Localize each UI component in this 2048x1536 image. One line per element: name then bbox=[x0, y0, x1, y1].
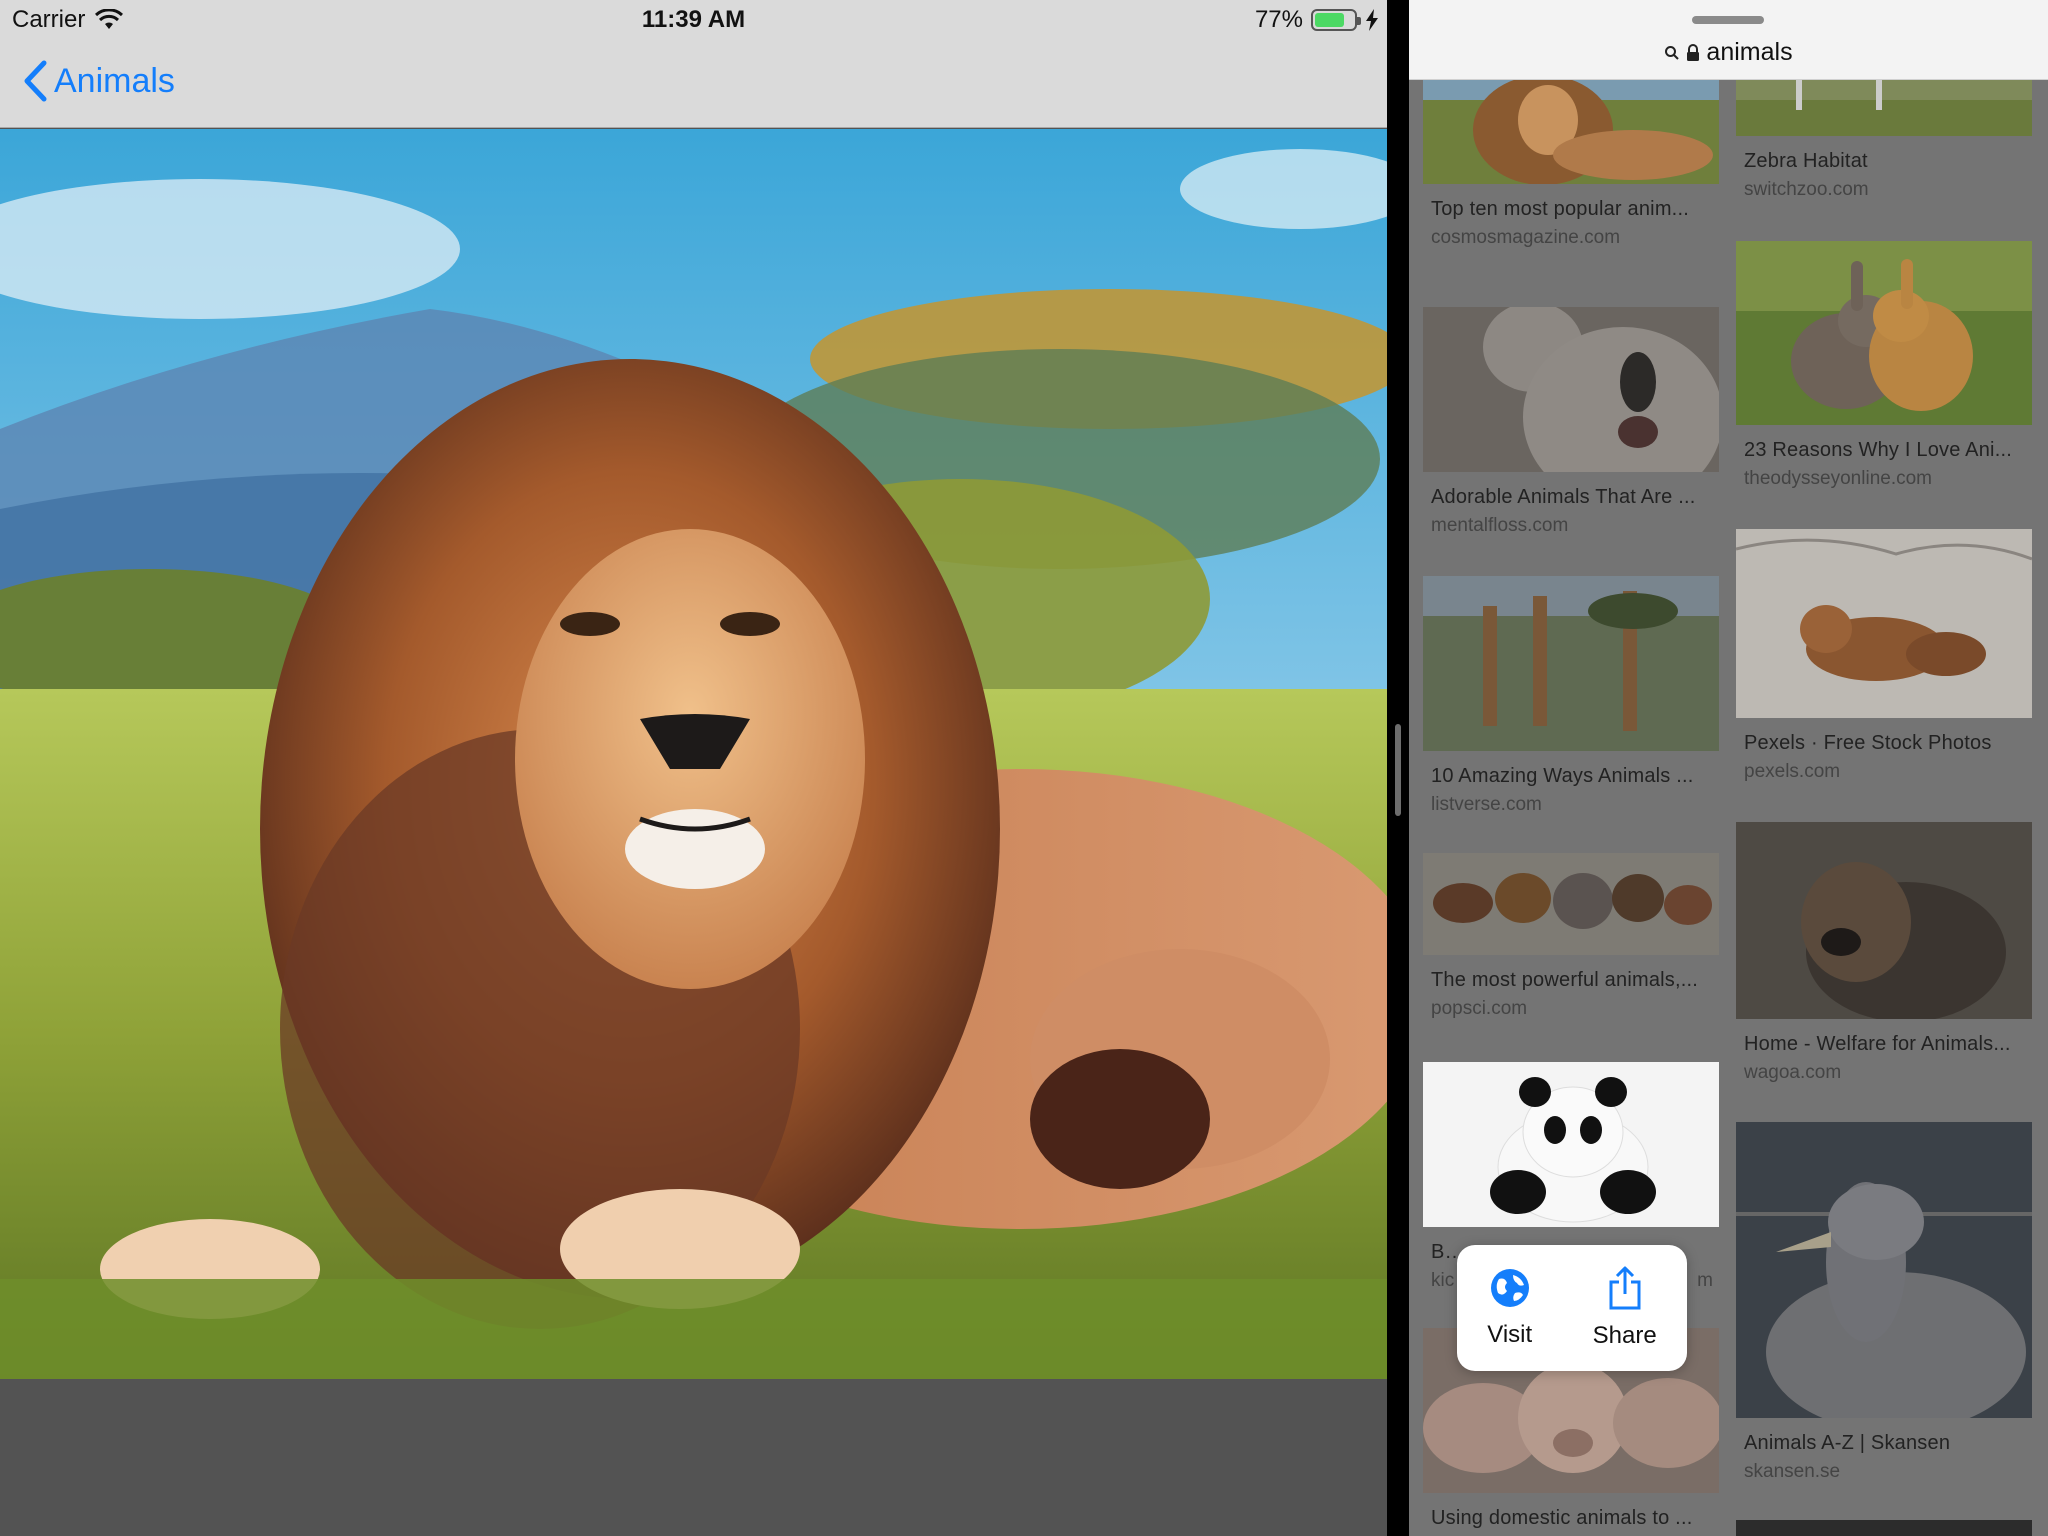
split-view-handle[interactable] bbox=[1395, 724, 1401, 816]
image-action-popover: Visit Share bbox=[1457, 1245, 1687, 1371]
result-title: Adorable Animals That Are ... bbox=[1431, 486, 1696, 508]
chevron-left-icon bbox=[24, 60, 47, 102]
result-title: Pexels · Free Stock Photos bbox=[1744, 732, 1992, 754]
share-button[interactable]: Share bbox=[1593, 1266, 1657, 1350]
result-card[interactable] bbox=[1736, 1520, 2032, 1536]
result-source: switchzoo.com bbox=[1744, 179, 1869, 200]
status-battery: 77% bbox=[1255, 6, 1379, 34]
result-title: 10 Amazing Ways Animals ... bbox=[1431, 765, 1694, 787]
result-card[interactable]: 23 Reasons Why I Love Ani... theodysseyo… bbox=[1736, 241, 2032, 490]
search-icon bbox=[1665, 45, 1680, 60]
back-button[interactable]: Animals bbox=[22, 60, 175, 102]
globe-icon bbox=[1490, 1269, 1529, 1307]
result-title: Zebra Habitat bbox=[1744, 150, 1868, 172]
visit-label: Visit bbox=[1487, 1321, 1533, 1348]
result-card[interactable]: Top ten most popular anim... cosmosmagaz… bbox=[1423, 60, 1719, 249]
result-thumbnail-dog bbox=[1736, 822, 2032, 1019]
battery-percent: 77% bbox=[1254, 6, 1303, 33]
result-card[interactable]: Home - Welfare for Animals... wagoa.com bbox=[1736, 822, 2032, 1084]
result-title: The most powerful animals,... bbox=[1431, 969, 1699, 991]
result-title: Animals A-Z | Skansen bbox=[1744, 1432, 1951, 1454]
result-card[interactable]: Pexels · Free Stock Photos pexels.com bbox=[1736, 529, 2032, 783]
result-thumbnail-animal-parade bbox=[1423, 853, 1719, 955]
charging-bolt-icon bbox=[1366, 9, 1378, 31]
lion-photo[interactable] bbox=[0, 129, 1387, 1379]
result-title: Top ten most popular anim... bbox=[1431, 198, 1689, 220]
result-card[interactable]: 10 Amazing Ways Animals ... listverse.co… bbox=[1423, 576, 1719, 816]
result-thumbnail-next bbox=[1736, 1520, 2032, 1536]
result-source: listverse.com bbox=[1431, 794, 1542, 815]
image-viewer-pane: Carrier 11:39 AM 77% Animals bbox=[0, 0, 1387, 1536]
lion-image bbox=[0, 129, 1387, 1379]
status-time: 11:39 AM bbox=[641, 6, 746, 33]
back-button-label: Animals bbox=[54, 61, 175, 100]
result-title: Home - Welfare for Animals... bbox=[1744, 1033, 2011, 1055]
result-source: theodysseyonline.com bbox=[1744, 468, 1932, 489]
result-source-tail: m bbox=[1697, 1270, 1713, 1291]
result-title: Using domestic animals to ... bbox=[1431, 1507, 1693, 1529]
navigation-bar: Carrier 11:39 AM 77% Animals bbox=[0, 0, 1387, 128]
result-thumbnail-rabbits bbox=[1736, 241, 2032, 425]
slideover-grabber[interactable] bbox=[1692, 16, 1764, 24]
result-title: 23 Reasons Why I Love Ani... bbox=[1744, 439, 2012, 461]
visit-button[interactable]: Visit bbox=[1487, 1267, 1532, 1349]
battery-level bbox=[1315, 13, 1345, 27]
result-source: skansen.se bbox=[1744, 1461, 1841, 1482]
url-bar[interactable]: animals bbox=[1409, 0, 2048, 80]
result-source: kic bbox=[1431, 1270, 1455, 1291]
result-thumbnail-duck bbox=[1736, 1122, 2032, 1418]
url-text: animals bbox=[1706, 38, 1793, 66]
result-thumbnail-tiger bbox=[1736, 529, 2032, 718]
result-source: pexels.com bbox=[1744, 761, 1841, 782]
share-icon bbox=[1609, 1266, 1641, 1310]
url-row[interactable]: animals bbox=[1409, 38, 2048, 67]
lock-icon bbox=[1687, 43, 1700, 61]
result-source: wagoa.com bbox=[1744, 1062, 1842, 1083]
result-thumbnail-giraffes bbox=[1423, 576, 1719, 751]
result-source: popsci.com bbox=[1431, 998, 1528, 1019]
result-card[interactable]: The most powerful animals,... popsci.com bbox=[1423, 853, 1719, 1020]
result-card[interactable]: Zebra Habitat switchzoo.com bbox=[1736, 70, 2032, 201]
result-card[interactable]: Animals A-Z | Skansen skansen.se bbox=[1736, 1122, 2032, 1483]
result-source: cosmosmagazine.com bbox=[1431, 227, 1621, 248]
result-thumbnail-koala bbox=[1423, 307, 1719, 472]
result-thumbnail-panda bbox=[1423, 1062, 1719, 1227]
battery-icon bbox=[1311, 9, 1361, 31]
share-label: Share bbox=[1592, 1322, 1657, 1349]
result-source: mentalfloss.com bbox=[1431, 515, 1569, 536]
result-card[interactable]: Adorable Animals That Are ... mentalflos… bbox=[1423, 307, 1719, 537]
